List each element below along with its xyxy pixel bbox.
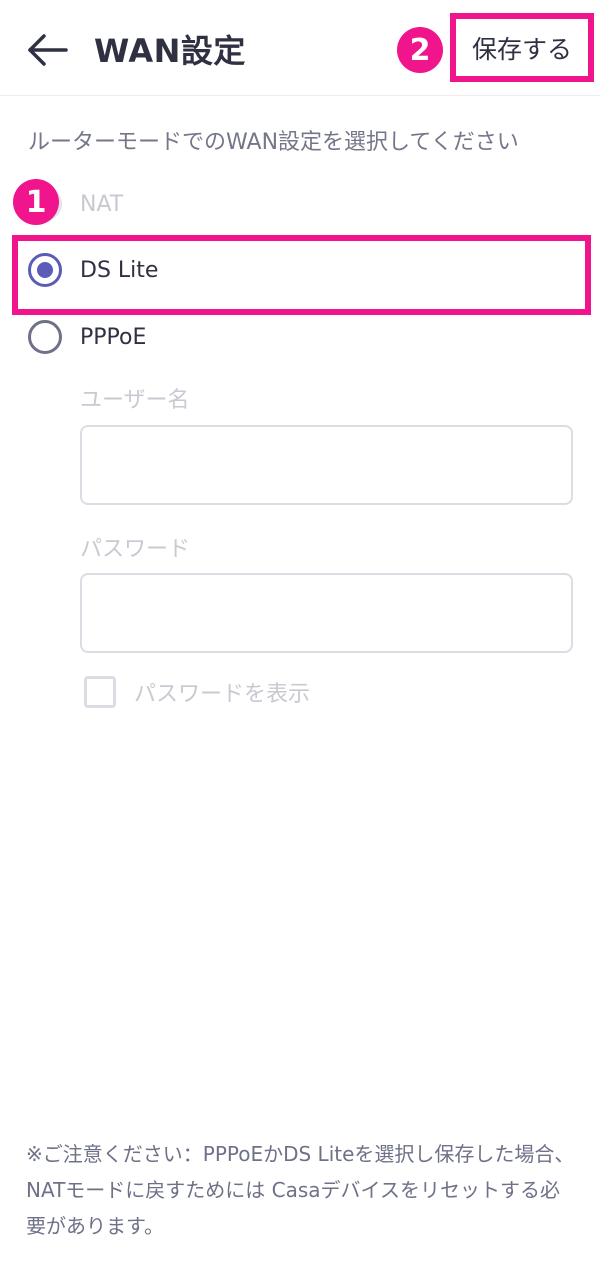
radio-option-pppoe[interactable]: PPPoE [28, 317, 146, 357]
username-label: ユーザー名 [80, 388, 190, 413]
username-input[interactable] [80, 425, 573, 505]
wan-description: ルーターモードでのWAN設定を選択してください [28, 130, 519, 155]
step-marker-1: 1 [13, 179, 59, 225]
arrow-left-icon [28, 34, 68, 66]
password-input[interactable] [80, 573, 573, 653]
save-button[interactable]: 保存する [450, 13, 594, 82]
page-title: WAN設定 [94, 32, 246, 70]
step-marker-2: 2 [397, 27, 443, 73]
reset-notice: ※ご注意ください：PPPoEかDS Liteを選択し保存した場合、NATモードに… [26, 1142, 575, 1238]
show-password-checkbox[interactable] [84, 676, 116, 708]
radio-option-ds-lite[interactable]: DS Lite [28, 250, 158, 290]
radio-label-ds-lite: DS Lite [80, 257, 159, 283]
radio-button-pppoe[interactable] [28, 320, 62, 354]
show-password-toggle[interactable]: パスワードを表示 [84, 676, 310, 708]
back-button[interactable] [22, 24, 74, 76]
radio-label-pppoe: PPPoE [80, 324, 147, 350]
radio-button-ds-lite[interactable] [28, 253, 62, 287]
password-label: パスワード [80, 537, 191, 562]
radio-label-nat: NAT [80, 191, 124, 217]
app-header: WAN設定 2 保存する [0, 0, 600, 96]
show-password-label: パスワードを表示 [134, 682, 311, 707]
